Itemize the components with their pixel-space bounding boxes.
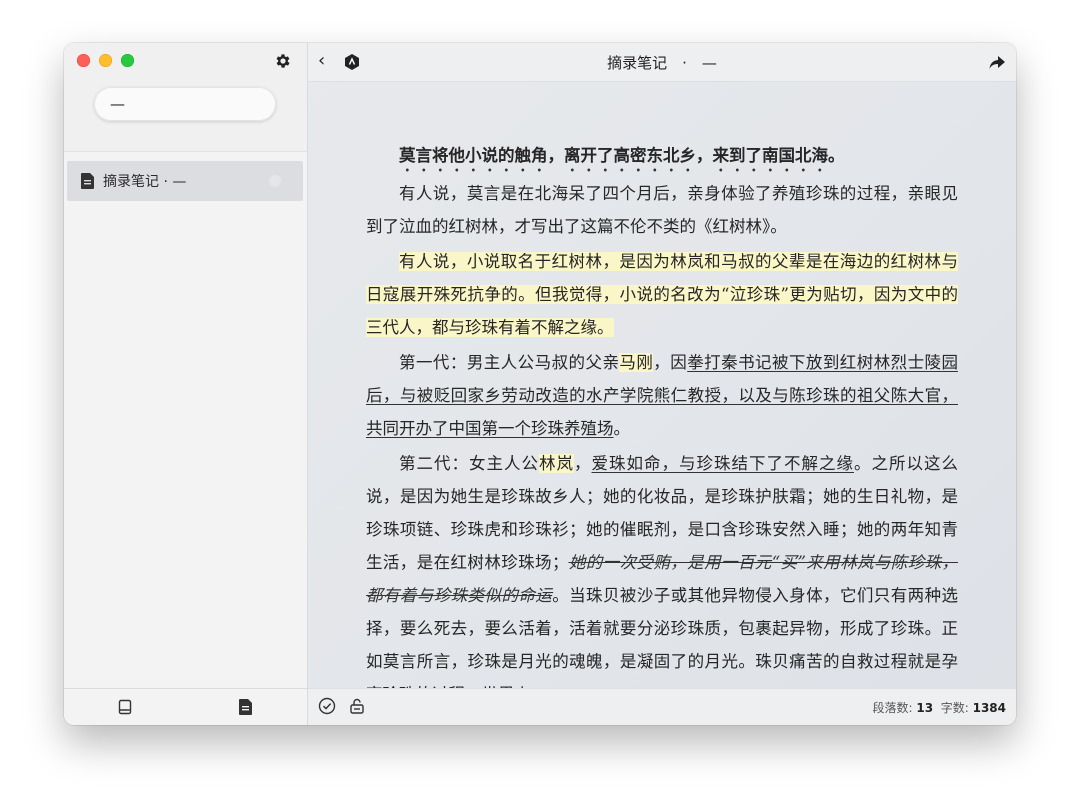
article-paragraph: 有人说，小说取名于红树林，是因为林岚和马叔的父辈是在海边的红树林与日寇展开殊死抗… bbox=[366, 245, 958, 344]
gear-icon[interactable] bbox=[274, 52, 292, 70]
underline-text: 爱珠如命，与珍珠结下了不解之缘 bbox=[591, 454, 855, 473]
editor-titlebar: ‹ 摘录笔记 · — bbox=[308, 43, 1016, 82]
window-close-button[interactable] bbox=[77, 54, 90, 67]
paragraph-count: 13 bbox=[916, 701, 934, 715]
new-note-icon[interactable] bbox=[238, 699, 254, 715]
article-paragraph: 莫言将他小说的触角，离开了高密东北乡，来到了南国北海。 bbox=[399, 146, 845, 165]
article-paragraph: 有人说，莫言是在北海呆了四个月后，亲身体验了养殖珍珠的过程，亲眼见到了泣血的红树… bbox=[366, 184, 958, 236]
sidebar: — 摘录笔记 · — bbox=[64, 43, 308, 725]
sidebar-item-note[interactable]: 摘录笔记 · — bbox=[67, 161, 303, 201]
sidebar-item-label: 摘录笔记 · — bbox=[103, 174, 187, 190]
sidebar-footer bbox=[64, 688, 307, 725]
document-icon bbox=[81, 173, 94, 189]
window-minimize-button[interactable] bbox=[99, 54, 112, 67]
app-window: — 摘录笔记 · — ‹ 摘录笔记 · — 莫言将他小说的触角，离开了高密东北乡… bbox=[64, 43, 1016, 725]
article-paragraph: 第二代：女主人公林岚，爱珠如命，与珍珠结下了不解之缘。之所以这么说，是因为她生是… bbox=[366, 454, 959, 704]
highlight: 林岚 bbox=[539, 454, 574, 473]
window-maximize-button[interactable] bbox=[121, 54, 134, 67]
document-stats: 段落数: 13 字数: 1384 bbox=[872, 701, 1007, 715]
book-icon[interactable] bbox=[117, 699, 133, 715]
check-circle-icon[interactable] bbox=[318, 697, 336, 715]
word-count: 1384 bbox=[972, 701, 1006, 715]
article-paragraph: 第一代：男主人公马叔的父亲马刚，因拳打秦书记被下放到红树林烈士陵园后，与被贬回家… bbox=[366, 353, 958, 438]
status-bar: 段落数: 13 字数: 1384 bbox=[308, 688, 1016, 725]
article-body[interactable]: 莫言将他小说的触角，离开了高密东北乡，来到了南国北海。 有人说，莫言是在北海呆了… bbox=[366, 139, 958, 713]
search-input[interactable]: — bbox=[94, 87, 276, 121]
share-icon[interactable] bbox=[988, 53, 1006, 71]
highlight: 马刚 bbox=[619, 353, 654, 372]
highlight: 有人说，小说取名于红树林，是因为林岚和马叔的父辈是在海边的红树林与日寇展开殊死抗… bbox=[366, 252, 958, 337]
unlock-icon[interactable] bbox=[348, 697, 366, 715]
status-dot bbox=[269, 175, 281, 187]
document-title: 摘录笔记 · — bbox=[607, 54, 717, 72]
sidebar-header: — bbox=[64, 43, 307, 152]
editor-pane: ‹ 摘录笔记 · — 莫言将他小说的触角，离开了高密东北乡，来到了南国北海。 有… bbox=[308, 43, 1016, 725]
